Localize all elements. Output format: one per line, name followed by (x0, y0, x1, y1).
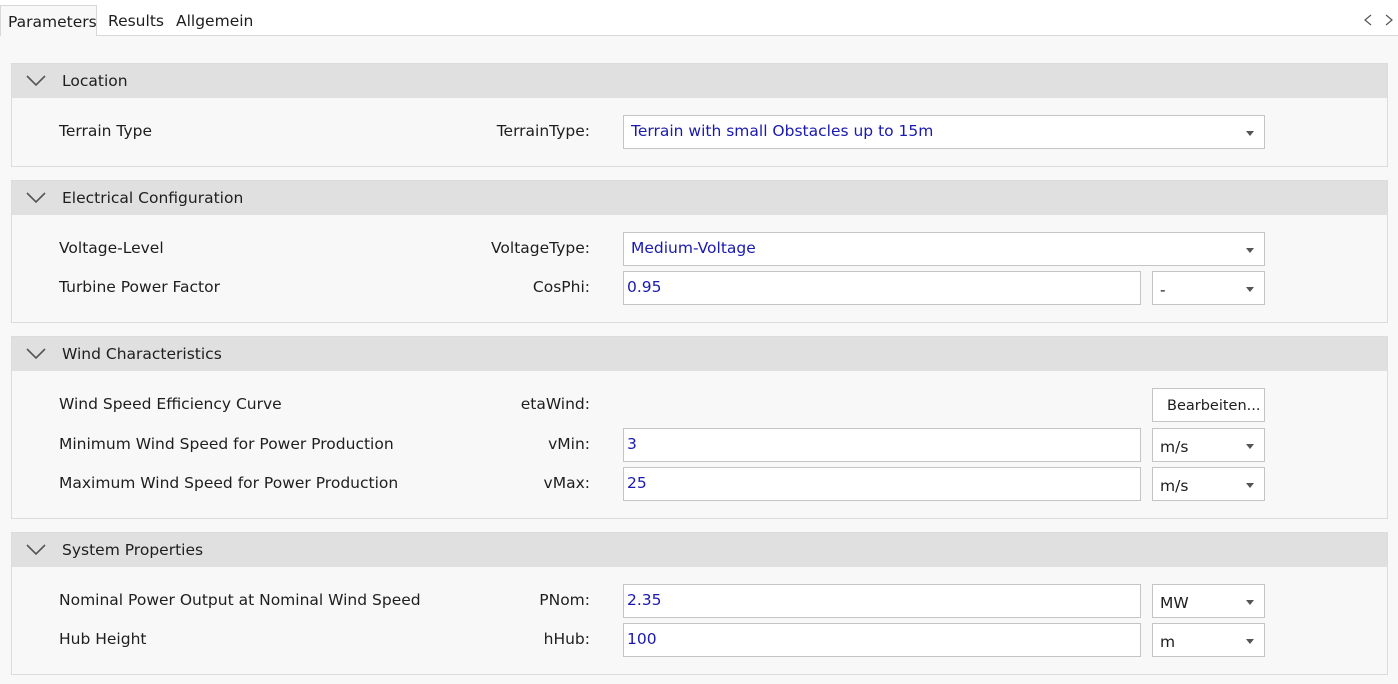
unit-value: m/s (1160, 477, 1189, 495)
param-property-name: VoltageType: (491, 239, 590, 257)
section-title: Location (62, 72, 128, 90)
hhub-unit-select[interactable]: m (1152, 623, 1265, 657)
param-label: Minimum Wind Speed for Power Production (59, 435, 394, 453)
select-value: Medium-Voltage (631, 239, 756, 257)
param-property-name: vMin: (548, 435, 590, 453)
tab-parameters[interactable]: Parameters (0, 5, 97, 36)
vmin-unit-select[interactable]: m/s (1152, 428, 1265, 462)
terrain-type-select[interactable]: Terrain with small Obstacles up to 15m (623, 115, 1265, 149)
param-label: Nominal Power Output at Nominal Wind Spe… (59, 591, 421, 609)
chevron-down-icon[interactable] (26, 75, 46, 87)
section-title: System Properties (62, 541, 204, 559)
cosphi-unit-select[interactable]: - (1152, 271, 1265, 305)
section-wind-characteristics: Wind Characteristics Wind Speed Efficien… (11, 336, 1388, 519)
input-value: 100 (627, 630, 657, 648)
section-header-wind[interactable]: Wind Characteristics (12, 337, 1387, 371)
dropdown-arrow-icon (1246, 287, 1254, 292)
param-property-name: TerrainType: (496, 122, 590, 140)
section-header-location[interactable]: Location (12, 64, 1387, 98)
tab-results[interactable]: Results (108, 12, 164, 30)
unit-value: - (1160, 281, 1166, 299)
voltage-type-select[interactable]: Medium-Voltage (623, 232, 1265, 266)
tab-allgemein[interactable]: Allgemein (176, 12, 253, 30)
button-label: Bearbeiten... (1167, 398, 1261, 414)
unit-value: m (1160, 633, 1176, 651)
dropdown-arrow-icon (1246, 639, 1254, 644)
param-label: Voltage-Level (59, 239, 164, 257)
unit-value: MW (1160, 594, 1189, 612)
input-value: 2.35 (627, 591, 662, 609)
pnom-input[interactable]: 2.35 (623, 584, 1141, 618)
dropdown-arrow-icon (1246, 600, 1254, 605)
scroll-left-icon[interactable] (1363, 14, 1373, 26)
section-header-electrical[interactable]: Electrical Configuration (12, 181, 1387, 215)
dropdown-arrow-icon (1246, 483, 1254, 488)
param-label: Turbine Power Factor (59, 278, 220, 296)
tab-bar: Parameters Results Allgemein (0, 0, 1398, 36)
pnom-unit-select[interactable]: MW (1152, 584, 1265, 618)
dropdown-arrow-icon (1246, 131, 1254, 136)
section-header-system[interactable]: System Properties (12, 533, 1387, 567)
edit-curve-button[interactable]: Bearbeiten... (1152, 388, 1265, 422)
section-location: Location Terrain Type TerrainType: Terra… (11, 63, 1388, 167)
dropdown-arrow-icon (1246, 444, 1254, 449)
chevron-down-icon[interactable] (26, 348, 46, 360)
section-title: Wind Characteristics (62, 345, 222, 363)
param-property-name: hHub: (543, 630, 590, 648)
param-label: Terrain Type (59, 122, 152, 140)
section-electrical-configuration: Electrical Configuration Voltage-Level V… (11, 180, 1388, 323)
section-title: Electrical Configuration (62, 189, 244, 207)
param-label: Wind Speed Efficiency Curve (59, 395, 282, 413)
dropdown-arrow-icon (1246, 248, 1254, 253)
param-property-name: etaWind: (520, 395, 590, 413)
scroll-right-icon[interactable] (1384, 14, 1394, 26)
vmin-input[interactable]: 3 (623, 428, 1141, 462)
param-label: Hub Height (59, 630, 147, 648)
cosphi-input[interactable]: 0.95 (623, 271, 1141, 305)
chevron-down-icon[interactable] (26, 544, 46, 556)
section-system-properties: System Properties Nominal Power Output a… (11, 532, 1388, 675)
param-property-name: CosPhi: (532, 278, 590, 296)
input-value: 3 (627, 435, 637, 453)
input-value: 25 (627, 474, 647, 492)
param-property-name: PNom: (539, 591, 590, 609)
param-property-name: vMax: (543, 474, 590, 492)
param-label: Maximum Wind Speed for Power Production (59, 474, 399, 492)
unit-value: m/s (1160, 438, 1189, 456)
vmax-unit-select[interactable]: m/s (1152, 467, 1265, 501)
chevron-down-icon[interactable] (26, 192, 46, 204)
input-value: 0.95 (627, 278, 662, 296)
tab-bar-divider (0, 35, 1398, 36)
hhub-input[interactable]: 100 (623, 623, 1141, 657)
select-value: Terrain with small Obstacles up to 15m (631, 122, 934, 140)
vmax-input[interactable]: 25 (623, 467, 1141, 501)
